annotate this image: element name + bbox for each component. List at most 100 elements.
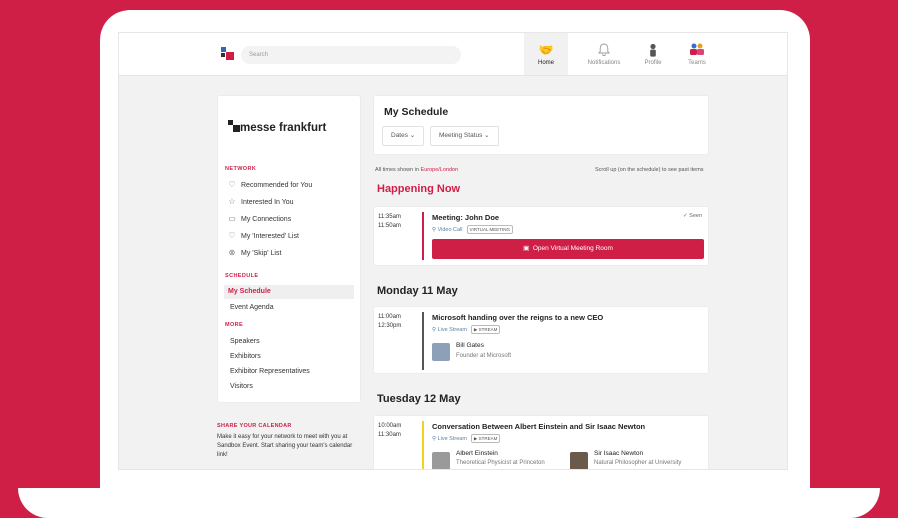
timezone-note: All times shown in Europe/London xyxy=(375,167,458,173)
event-time: 11:00am 12:30pm xyxy=(378,313,401,331)
video-room-icon: ▣ xyxy=(523,245,530,252)
event-type: Live Stream xyxy=(437,327,467,333)
event-tag-label: STREAM xyxy=(478,436,498,441)
event-time: 10:00am 11:30am xyxy=(378,422,401,440)
avatar[interactable] xyxy=(432,343,450,361)
chevron-down-icon: ⌄ xyxy=(484,132,490,139)
timezone-link[interactable]: Europe/London xyxy=(421,167,459,173)
sidebar-item-label: Recommended for You xyxy=(241,182,313,189)
hearts-icon: ♡ xyxy=(228,180,236,189)
search-input[interactable]: Search xyxy=(241,46,461,64)
brand-name: messe frankfurt xyxy=(240,122,327,134)
sidebar-item-my-schedule[interactable]: My Schedule xyxy=(224,285,354,299)
open-virtual-meeting-button[interactable]: ▣ Open Virtual Meeting Room xyxy=(432,239,704,259)
avatar[interactable] xyxy=(432,452,450,469)
chat-icon: ▭ xyxy=(228,214,236,223)
speaker-role: Founder at Microsoft xyxy=(456,353,512,359)
sidebar-item-skip-list[interactable]: ⊗ My 'Skip' List xyxy=(226,246,354,260)
sidebar-item-interested-list[interactable]: ♡ My 'Interested' List xyxy=(226,229,354,243)
speaker-role: Theoretical Physicist at Princeton xyxy=(456,460,545,466)
dates-dropdown-label: Dates xyxy=(391,132,408,139)
event-tag: VIRTUAL MEETING xyxy=(466,225,514,234)
event-start: 10:00am xyxy=(378,423,402,429)
meeting-status-dropdown-label: Meeting Status xyxy=(439,132,483,139)
sidebar-card: messe frankfurt NETWORK ♡ Recommended for… xyxy=(217,95,361,403)
sidebar-item-exhibitor-representatives[interactable]: Exhibitor Representatives xyxy=(226,365,358,379)
event-title: Meeting: John Doe xyxy=(432,213,500,222)
event-end: 11:30am xyxy=(378,432,401,438)
happening-now-heading: Happening Now xyxy=(377,183,461,195)
event-card-ceo[interactable]: 11:00am 12:30pm Microsoft handing over th… xyxy=(373,306,709,374)
top-nav-bar: Search 🤝 Home Notifications Profile Team… xyxy=(119,33,787,76)
location-pin-icon: ⚲ xyxy=(432,327,437,333)
event-tag: ▶ STREAM xyxy=(470,434,501,443)
open-virtual-meeting-label: Open Virtual Meeting Room xyxy=(532,245,613,252)
sidebar-item-label: My 'Skip' List xyxy=(241,250,282,257)
timezone-prefix: All times shown in xyxy=(375,167,421,173)
event-time: 11:35am 11:50am xyxy=(378,213,401,231)
avatar[interactable] xyxy=(570,452,588,469)
laptop-base xyxy=(18,488,880,518)
schedule-header-card: My Schedule Dates ⌄ Meeting Status ⌄ xyxy=(373,95,709,155)
nav-home-label: Home xyxy=(537,60,554,66)
share-calendar-text: Make it easy for your network to meet wi… xyxy=(217,434,353,458)
event-meta: ⚲ Live Stream ▶ STREAM xyxy=(432,325,501,334)
location-pin-icon: ⚲ xyxy=(432,436,437,442)
star-icon: ☆ xyxy=(228,197,236,206)
day-heading-tuesday: Tuesday 12 May xyxy=(377,393,461,405)
scroll-note: Scroll up (on the schedule) to see past … xyxy=(595,167,704,173)
event-type: Video Call xyxy=(437,227,463,233)
location-pin-icon: ⚲ xyxy=(432,227,437,233)
nav-teams-label: Teams xyxy=(688,60,706,66)
handshake-icon: 🤝 xyxy=(538,43,554,57)
nav-notifications-label: Notifications xyxy=(587,60,621,66)
event-meta: ⚲ Video Call VIRTUAL MEETING xyxy=(432,225,514,234)
event-meta: ⚲ Live Stream ▶ STREAM xyxy=(432,434,501,443)
event-tag-label: STREAM xyxy=(478,327,498,332)
app-logo-icon[interactable] xyxy=(221,47,235,63)
section-more-title: MORE xyxy=(225,322,244,328)
event-start: 11:00am xyxy=(378,314,401,320)
event-title: Conversation Between Albert Einstein and… xyxy=(432,422,646,431)
event-start: 11:35am xyxy=(378,214,401,220)
page-title: My Schedule xyxy=(384,106,449,118)
event-end: 11:50am xyxy=(378,223,401,229)
nav-notifications[interactable]: Notifications xyxy=(577,33,631,75)
app-screen: Search 🤝 Home Notifications Profile Team… xyxy=(118,32,788,470)
sidebar-item-recommended[interactable]: ♡ Recommended for You xyxy=(226,178,354,192)
speaker-name[interactable]: Albert Einstein xyxy=(456,450,498,457)
meeting-status-dropdown[interactable]: Meeting Status ⌄ xyxy=(430,126,499,146)
event-status-bar xyxy=(422,312,424,370)
sidebar-item-event-agenda[interactable]: Event Agenda xyxy=(226,301,358,315)
nav-profile-label: Profile xyxy=(644,60,662,66)
cross-circle-icon: ⊗ xyxy=(228,248,236,257)
event-end: 12:30pm xyxy=(378,323,402,329)
sidebar-item-label: My Connections xyxy=(241,216,292,223)
sidebar-item-label: Interested In You xyxy=(241,199,294,206)
team-icon xyxy=(689,43,705,57)
nav-teams[interactable]: Teams xyxy=(675,33,719,75)
event-card-conversation[interactable]: 10:00am 11:30am Conversation Between Albe… xyxy=(373,415,709,469)
nav-profile[interactable]: Profile xyxy=(631,33,675,75)
sidebar-item-visitors[interactable]: Visitors xyxy=(226,380,358,394)
chevron-down-icon: ⌄ xyxy=(409,132,416,139)
nav-home[interactable]: 🤝 Home xyxy=(524,33,568,75)
sidebar-item-interested-in-you[interactable]: ☆ Interested In You xyxy=(226,195,354,209)
event-tag: ▶ STREAM xyxy=(470,325,501,334)
event-card-now[interactable]: 11:35am 11:50am Meeting: John Doe ⚲ Video… xyxy=(373,206,709,266)
sidebar-item-connections[interactable]: ▭ My Connections xyxy=(226,212,354,226)
event-status-bar xyxy=(422,212,424,260)
sidebar-item-speakers[interactable]: Speakers xyxy=(226,335,358,349)
section-schedule-title: SCHEDULE xyxy=(225,273,259,279)
event-title: Microsoft handing over the reigns to a n… xyxy=(432,313,604,322)
person-icon xyxy=(645,43,661,57)
dates-dropdown[interactable]: Dates ⌄ xyxy=(382,126,425,146)
sidebar-item-exhibitors[interactable]: Exhibitors xyxy=(226,350,358,364)
speaker-name[interactable]: Bill Gates xyxy=(456,342,484,349)
share-calendar-title: SHARE YOUR CALENDAR xyxy=(217,423,292,429)
event-status-bar xyxy=(422,421,424,469)
hearts-icon: ♡ xyxy=(228,231,236,240)
section-network-title: NETWORK xyxy=(225,166,257,172)
sidebar-item-label: My 'Interested' List xyxy=(241,233,299,240)
speaker-name[interactable]: Sir Isaac Newton xyxy=(594,450,643,457)
